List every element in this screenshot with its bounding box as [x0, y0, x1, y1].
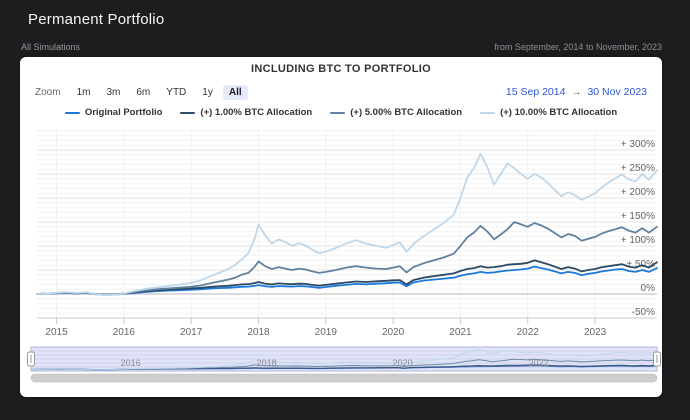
- svg-text:2021: 2021: [449, 327, 472, 338]
- svg-text:2020: 2020: [382, 327, 405, 338]
- page-subtitle: All Simulations: [21, 42, 80, 52]
- svg-text:2017: 2017: [180, 327, 203, 338]
- svg-text:2019: 2019: [315, 327, 338, 338]
- navigator-scrollbar[interactable]: [31, 374, 657, 382]
- navigator: 2016 2018 2020 2022: [28, 347, 661, 371]
- page-title: Permanent Portfolio: [28, 11, 164, 28]
- chart-plot-area[interactable]: [37, 130, 657, 318]
- svg-text:2022: 2022: [517, 327, 540, 338]
- svg-text:2018: 2018: [247, 327, 270, 338]
- navigator-year-label: 2020: [393, 358, 413, 368]
- chart-card: INCLUDING BTC TO PORTFOLIO Zoom 1m 3m 6m…: [20, 57, 662, 397]
- app-root: { "header": { "title": "Permanent Portfo…: [0, 0, 690, 420]
- stock-chart: + 300%+ 250%+ 200%+ 150%+ 100%+ 50%0%-50…: [20, 57, 662, 397]
- svg-text:2016: 2016: [113, 327, 136, 338]
- navigator-year-label: 2018: [257, 358, 277, 368]
- period-note: from September, 2014 to November, 2023: [494, 42, 662, 52]
- navigator-right-handle[interactable]: [654, 352, 661, 366]
- x-axis: 2015 2016 2017 2018 2019 2020 2021 2022 2023: [37, 318, 657, 338]
- svg-text:2015: 2015: [45, 327, 68, 338]
- navigator-year-label: 2022: [528, 358, 548, 368]
- svg-text:2023: 2023: [584, 327, 607, 338]
- navigator-left-handle[interactable]: [28, 352, 35, 366]
- navigator-year-label: 2016: [121, 358, 141, 368]
